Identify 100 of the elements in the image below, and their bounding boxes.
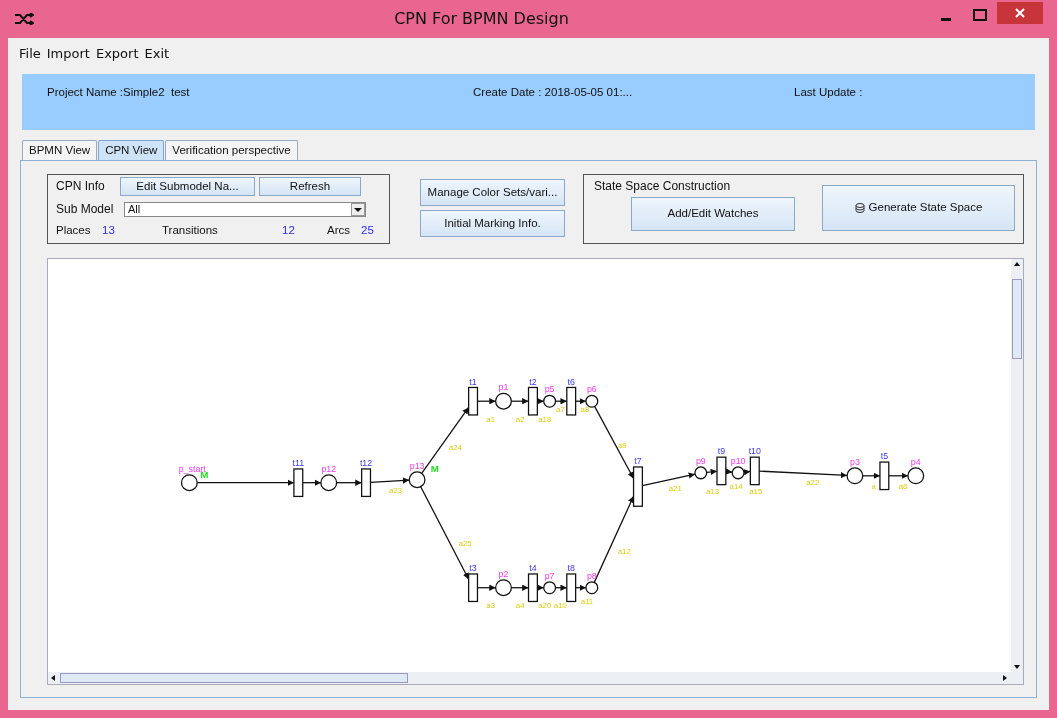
stat-value: 13 — [102, 223, 116, 238]
place-node — [495, 392, 512, 410]
stat-label: Transitions — [162, 223, 219, 238]
arc-arrow — [554, 584, 568, 591]
transition-label: t3 — [469, 562, 477, 573]
stat-value: 25 — [361, 223, 375, 238]
place-label: p13 — [409, 460, 425, 471]
transition-node — [716, 456, 727, 486]
action-button[interactable]: Generate State Space — [822, 184, 1015, 231]
arc-label: a13 — [706, 487, 720, 497]
arc-label: a22 — [806, 477, 820, 487]
horizontal-scrollbar[interactable] — [48, 672, 1023, 684]
transition-node — [468, 573, 479, 602]
arc-label: a7 — [556, 404, 565, 414]
tab[interactable]: CPN View — [98, 139, 165, 160]
arc-arrow — [510, 397, 530, 405]
place-label: p4 — [910, 456, 921, 467]
arc-arrow — [641, 472, 696, 487]
create-date: Create Date : 2018-05-05 01:... — [473, 84, 634, 100]
last-update: Last Update : — [794, 84, 863, 100]
close-icon — [1015, 8, 1025, 18]
transition-label: t8 — [567, 562, 575, 573]
place-label: p5 — [544, 384, 555, 395]
transition-node — [293, 468, 304, 497]
menu-item[interactable]: Exit — [141, 42, 173, 66]
place-node — [585, 580, 599, 594]
arc-arrow — [536, 584, 545, 591]
place-node — [543, 394, 557, 408]
transition-label: t4 — [529, 562, 537, 573]
transition-label: t1 — [469, 376, 477, 387]
tab[interactable]: BPMN View — [22, 139, 98, 160]
stat-value: 12 — [282, 223, 296, 238]
place-label: p6 — [586, 384, 597, 395]
arc-arrow — [743, 468, 751, 476]
scrollbar-thumb[interactable] — [60, 673, 408, 683]
arc-label: a15 — [749, 487, 763, 497]
arc-label: a24 — [448, 443, 462, 453]
arc-label: a20 — [538, 601, 552, 611]
menu-item[interactable]: File — [16, 42, 44, 66]
project-name: Project Name :Simple2 test — [47, 84, 191, 100]
place-node — [543, 580, 557, 594]
transition-label: t9 — [717, 445, 726, 456]
arc-arrow — [369, 477, 410, 484]
arc-label: a25 — [458, 538, 472, 548]
caret-icon — [351, 202, 365, 216]
toolbar-button[interactable]: Edit Submodel Na... — [120, 176, 255, 196]
place-label: p3 — [850, 456, 860, 467]
arc-arrow — [510, 584, 530, 591]
toolbar-button[interactable]: Refresh — [259, 176, 361, 196]
transition-label: t11 — [292, 457, 305, 468]
transition-label: t2 — [529, 376, 537, 387]
sub-model-dropdown[interactable]: All — [124, 201, 366, 217]
transition-node — [879, 461, 890, 490]
vertical-scrollbar[interactable] — [1011, 258, 1023, 672]
place-label: p9 — [695, 455, 706, 466]
action-button[interactable]: Initial Marking Info. — [420, 209, 565, 237]
place-label: p7 — [544, 570, 555, 581]
place-label: p12 — [321, 463, 337, 474]
transition-node — [632, 466, 644, 507]
arc-arrow — [335, 479, 363, 486]
window-title: CPN For BPMN Design — [393, 8, 570, 30]
arc-label: a — [871, 481, 876, 491]
place-node — [408, 471, 426, 488]
place-label: p2 — [498, 568, 509, 579]
arc-arrow — [476, 397, 497, 405]
arc-arrow — [862, 472, 881, 479]
transition-node — [566, 386, 577, 416]
arc-arrow — [575, 584, 587, 591]
place-node — [731, 466, 745, 480]
place-node — [495, 579, 512, 596]
arc-label: a21 — [668, 483, 682, 493]
place-label: p_start — [178, 463, 206, 474]
place-label: p1 — [498, 382, 509, 393]
transition-node — [468, 386, 479, 416]
tab[interactable]: Verification perspective — [165, 139, 298, 160]
arc-label: a4 — [515, 601, 525, 611]
arc-label: a23 — [388, 486, 403, 496]
arc-label: a3 — [486, 601, 496, 611]
menu-item[interactable]: Export — [92, 42, 142, 66]
place-node — [694, 466, 708, 480]
place-node — [585, 394, 599, 408]
arc-label: a12 — [617, 547, 631, 557]
scrollbar-thumb[interactable] — [1012, 278, 1022, 359]
transition-label: t6 — [567, 376, 575, 387]
action-button[interactable]: Add/Edit Watches — [631, 196, 795, 231]
stat-label: Arcs — [327, 223, 351, 238]
place-label: p10 — [730, 455, 746, 466]
arc-label: a2 — [515, 414, 525, 424]
arc-arrow — [536, 397, 545, 405]
sub-model-label: Sub Model — [56, 201, 115, 218]
transition-label: t12 — [359, 457, 373, 468]
place-node — [846, 467, 864, 485]
close-button[interactable] — [997, 2, 1043, 24]
arc-arrow — [725, 468, 733, 475]
menu-item[interactable]: Import — [43, 42, 93, 66]
action-button[interactable]: Manage Color Sets/vari... — [420, 178, 565, 206]
transition-label: t7 — [634, 455, 642, 466]
transition-node — [527, 386, 538, 416]
arc-arrow — [575, 397, 587, 405]
arc-arrow — [554, 397, 568, 405]
